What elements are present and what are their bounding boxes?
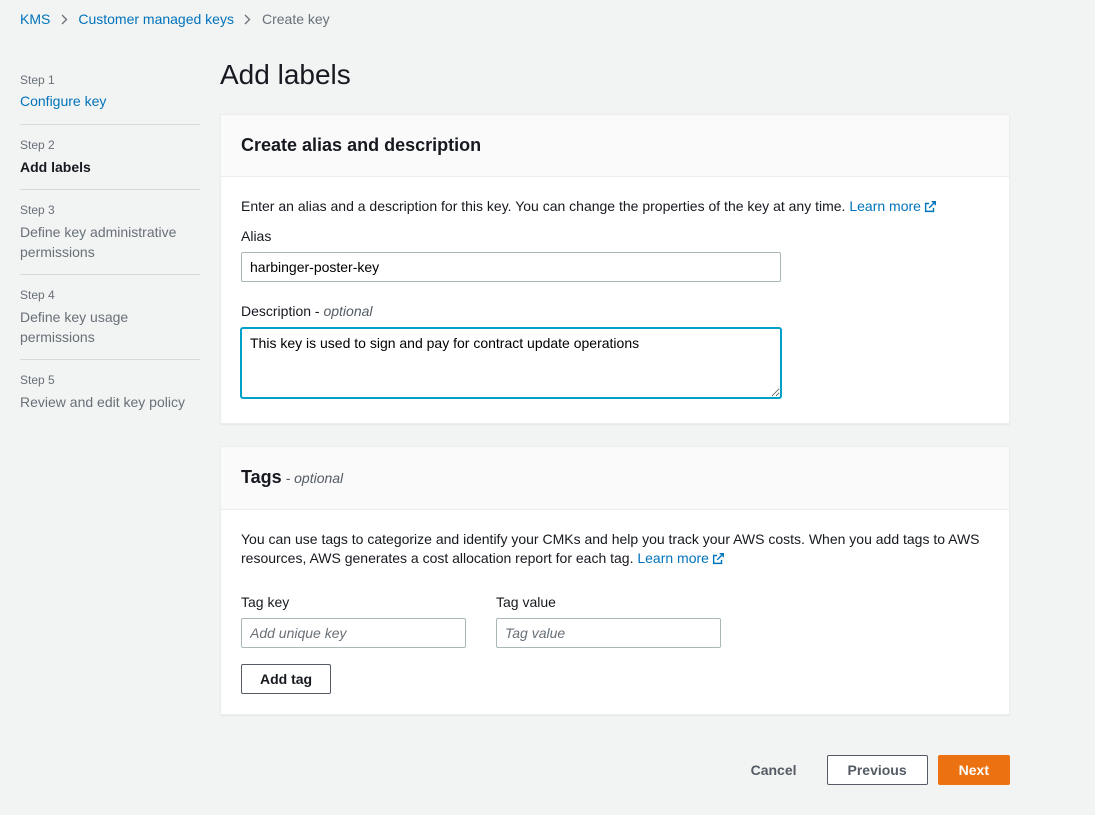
main-content: Add labels Create alias and description … xyxy=(220,40,1010,815)
learn-more-link[interactable]: Learn more xyxy=(637,550,725,566)
footer-actions: Cancel Previous Next xyxy=(220,737,1010,815)
step-label: Configure key xyxy=(20,92,200,112)
learn-more-link[interactable]: Learn more xyxy=(849,198,937,214)
cancel-button[interactable]: Cancel xyxy=(731,755,817,785)
chevron-right-icon xyxy=(244,16,252,24)
step-number: Step 2 xyxy=(20,137,200,154)
alias-input[interactable] xyxy=(241,252,781,282)
step-label: Define key usage permissions xyxy=(20,308,200,347)
step-number: Step 4 xyxy=(20,287,200,304)
alias-label: Alias xyxy=(241,227,989,247)
tag-value-label: Tag value xyxy=(496,593,721,613)
step-number: Step 1 xyxy=(20,72,200,89)
step-4: Step 4 Define key usage permissions xyxy=(20,275,200,360)
alias-intro: Enter an alias and a description for thi… xyxy=(241,197,989,217)
tag-key-input[interactable] xyxy=(241,618,466,648)
previous-button[interactable]: Previous xyxy=(827,755,928,785)
step-1[interactable]: Step 1 Configure key xyxy=(20,60,200,125)
step-2[interactable]: Step 2 Add labels xyxy=(20,125,200,190)
tags-intro: You can use tags to categorize and ident… xyxy=(241,530,989,569)
breadcrumb: KMS Customer managed keys Create key xyxy=(0,0,1095,40)
breadcrumb-root[interactable]: KMS xyxy=(20,10,50,30)
step-3: Step 3 Define key administrative permiss… xyxy=(20,190,200,275)
wizard-steps-sidebar: Step 1 Configure key Step 2 Add labels S… xyxy=(20,40,220,815)
breadcrumb-current: Create key xyxy=(262,10,330,30)
alias-panel: Create alias and description Enter an al… xyxy=(220,114,1010,425)
description-input[interactable] xyxy=(241,328,781,398)
next-button[interactable]: Next xyxy=(938,755,1010,785)
tags-panel: Tags - optional You can use tags to cate… xyxy=(220,446,1010,715)
tag-value-input[interactable] xyxy=(496,618,721,648)
alias-panel-header: Create alias and description xyxy=(221,115,1009,177)
step-label: Add labels xyxy=(20,158,200,178)
step-label: Define key administrative permissions xyxy=(20,223,200,262)
tags-panel-header: Tags - optional xyxy=(221,447,1009,509)
alias-panel-heading: Create alias and description xyxy=(241,133,989,158)
step-number: Step 3 xyxy=(20,202,200,219)
description-label: Description - optional xyxy=(241,302,989,322)
step-5: Step 5 Review and edit key policy xyxy=(20,360,200,424)
breadcrumb-section[interactable]: Customer managed keys xyxy=(78,10,234,30)
step-number: Step 5 xyxy=(20,372,200,389)
add-tag-button[interactable]: Add tag xyxy=(241,664,331,694)
chevron-right-icon xyxy=(60,16,68,24)
external-link-icon xyxy=(711,552,725,566)
step-label: Review and edit key policy xyxy=(20,393,200,413)
external-link-icon xyxy=(923,200,937,214)
page-title: Add labels xyxy=(220,55,1010,94)
tags-panel-heading: Tags - optional xyxy=(241,465,989,490)
tag-key-label: Tag key xyxy=(241,593,466,613)
